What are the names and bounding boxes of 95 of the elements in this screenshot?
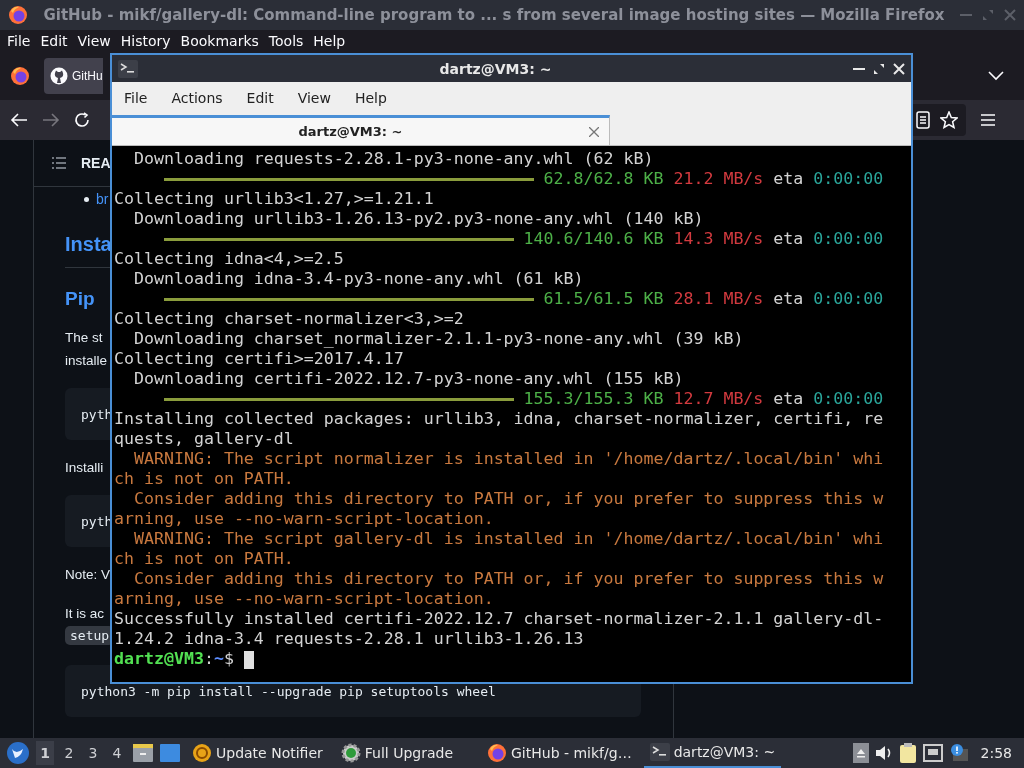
eta-time: 0:00:00 bbox=[813, 229, 884, 249]
prompt-user: dartz@VM3 bbox=[114, 649, 204, 668]
menu-item[interactable]: Help bbox=[308, 33, 351, 49]
terminal-line: Collecting urllib3<1.27,>=1.21.1 bbox=[114, 189, 435, 209]
launcher-button[interactable]: Full Upgrade bbox=[334, 738, 459, 768]
workspace-button[interactable]: 4 bbox=[108, 741, 126, 765]
window-title: dartz@VM3: ~ bbox=[438, 60, 553, 77]
terminal-line: Downloading charset_normalizer-2.1.1-py3-none-any.whl (39 kB) bbox=[132, 329, 745, 349]
paragraph: Note: V bbox=[65, 566, 111, 584]
eta-time: 0:00:00 bbox=[813, 289, 884, 309]
eta-label: eta bbox=[773, 169, 804, 189]
menu-item[interactable]: View bbox=[289, 90, 339, 106]
workspace-button[interactable]: 1 bbox=[36, 741, 54, 765]
gear-icon bbox=[340, 743, 361, 763]
forward-icon[interactable] bbox=[42, 112, 60, 128]
menu-item[interactable]: Help bbox=[346, 90, 395, 106]
paragraph: It is ac bbox=[65, 605, 104, 623]
eta-label: eta bbox=[773, 389, 804, 409]
download-amount: 62.8/62.8 KB bbox=[543, 169, 664, 189]
menu-item[interactable]: Bookmarks bbox=[175, 33, 264, 49]
text-cursor bbox=[243, 650, 254, 669]
folder-icon[interactable] bbox=[132, 743, 154, 763]
terminal-icon bbox=[649, 743, 670, 761]
list-icon[interactable] bbox=[51, 156, 67, 170]
download-rate: 21.2 MB/s bbox=[673, 169, 764, 189]
section-heading: Insta bbox=[65, 232, 112, 257]
chevron-down-icon[interactable] bbox=[988, 71, 1004, 81]
terminal-line: Successfully installed certifi-2022.12.7 charset-normalizer-2.1.1 gallery-dl- bbox=[114, 609, 884, 629]
terminal-tab[interactable]: dartz@VM3: ~ bbox=[112, 115, 610, 145]
warning-line: arning, use --no-warn-script-location. bbox=[114, 509, 495, 529]
notification-icon[interactable] bbox=[948, 743, 969, 763]
terminal-line: Downloading idna-3.4-py3-none-any.whl (61 kB) bbox=[132, 269, 585, 289]
menu-item[interactable]: File bbox=[2, 33, 36, 49]
terminal-line: Downloading requests-2.28.1-py3-none-any.whl (62 kB) bbox=[132, 149, 655, 169]
bullet-icon bbox=[84, 196, 89, 202]
eta-label: eta bbox=[773, 229, 804, 249]
link[interactable]: br bbox=[96, 191, 109, 207]
terminal-icon bbox=[118, 59, 138, 78]
close-tab-icon[interactable] bbox=[589, 126, 599, 137]
download-rate: 14.3 MB/s bbox=[673, 229, 764, 249]
menu-icon[interactable] bbox=[980, 113, 996, 127]
download-rate: 12.7 MB/s bbox=[673, 389, 764, 409]
menu-item[interactable]: History bbox=[115, 33, 176, 49]
paragraph: The st installe bbox=[65, 329, 108, 370]
subsection-heading: Pip bbox=[65, 288, 95, 310]
menu-item[interactable]: Edit bbox=[238, 90, 282, 106]
firefox-icon bbox=[8, 5, 28, 25]
github-icon bbox=[50, 67, 68, 85]
warning-line: Consider adding this directory to PATH or, if you prefer to suppress this w bbox=[132, 569, 884, 589]
firefox-icon bbox=[10, 66, 30, 86]
start-menu-icon[interactable] bbox=[6, 741, 30, 765]
menu-item[interactable]: Tools bbox=[263, 33, 309, 49]
download-amount: 140.6/140.6 KB bbox=[523, 229, 664, 249]
prompt-symbol: $ bbox=[223, 649, 234, 668]
prompt-separator: : bbox=[203, 649, 214, 668]
browser-tab[interactable]: GitHu bbox=[44, 58, 103, 94]
prompt-path: ~ bbox=[213, 649, 224, 668]
back-icon[interactable] bbox=[10, 112, 28, 128]
terminal-line: Collecting certifi>=2017.4.17 bbox=[114, 349, 405, 369]
network-icon[interactable] bbox=[922, 744, 943, 762]
warning-line: ch is not on PATH. bbox=[114, 469, 295, 489]
firefox-icon bbox=[487, 743, 507, 763]
taskbar-task[interactable]: GitHub - mikf/g… bbox=[481, 738, 638, 768]
terminal-line: Downloading urllib3-1.26.13-py2.py3-none-any.whl (140 kB) bbox=[132, 209, 705, 229]
launcher-button[interactable]: Update Notifier bbox=[186, 738, 329, 768]
menu-item[interactable]: Actions bbox=[163, 90, 231, 106]
taskbar-task[interactable]: dartz@VM3: ~ bbox=[643, 738, 782, 768]
reader-view-icon[interactable] bbox=[916, 111, 930, 129]
terminal-line: Downloading certifi-2022.12.7-py3-none-any.whl (155 kB) bbox=[132, 369, 685, 389]
terminal-line: Collecting charset-normalizer<3,>=2 bbox=[114, 309, 465, 329]
menu-item[interactable]: View bbox=[72, 33, 116, 49]
eta-label: eta bbox=[773, 289, 804, 309]
volume-icon[interactable] bbox=[874, 745, 893, 761]
terminal-line: 1.24.2 idna-3.4 requests-2.28.1 urllib3-1.26.13 bbox=[114, 629, 585, 649]
clipboard-icon[interactable] bbox=[898, 742, 917, 764]
workspace-button[interactable]: 3 bbox=[84, 741, 102, 765]
toc-label: REA bbox=[81, 155, 111, 171]
warning-line: arning, use --no-warn-script-location. bbox=[114, 589, 495, 609]
warning-line: WARNING: The script normalizer is installed in '/home/dartz/.local/bin' whi bbox=[132, 449, 884, 469]
workspace-button[interactable]: 2 bbox=[60, 741, 78, 765]
terminal-line: Collecting idna<4,>=2.5 bbox=[114, 249, 345, 269]
download-amount: 61.5/61.5 KB bbox=[543, 289, 664, 309]
eta-time: 0:00:00 bbox=[813, 389, 884, 409]
maximize-icon[interactable] bbox=[873, 62, 885, 75]
paragraph: Installi bbox=[65, 459, 104, 477]
warning-line: ch is not on PATH. bbox=[114, 549, 295, 569]
window-title: GitHub - mikf/gallery-dl: Command-line program to ... s from several image hosting sites — Mozilla Firefox bbox=[42, 6, 946, 24]
eta-time: 0:00:00 bbox=[813, 169, 884, 189]
star-icon[interactable] bbox=[940, 111, 958, 129]
menu-item[interactable]: File bbox=[116, 90, 156, 106]
download-rate: 28.1 MB/s bbox=[673, 289, 764, 309]
clock: 2:58 bbox=[980, 745, 1012, 761]
menu-item[interactable]: Edit bbox=[35, 33, 73, 49]
eject-icon[interactable] bbox=[852, 743, 869, 763]
reload-icon[interactable] bbox=[74, 112, 90, 128]
